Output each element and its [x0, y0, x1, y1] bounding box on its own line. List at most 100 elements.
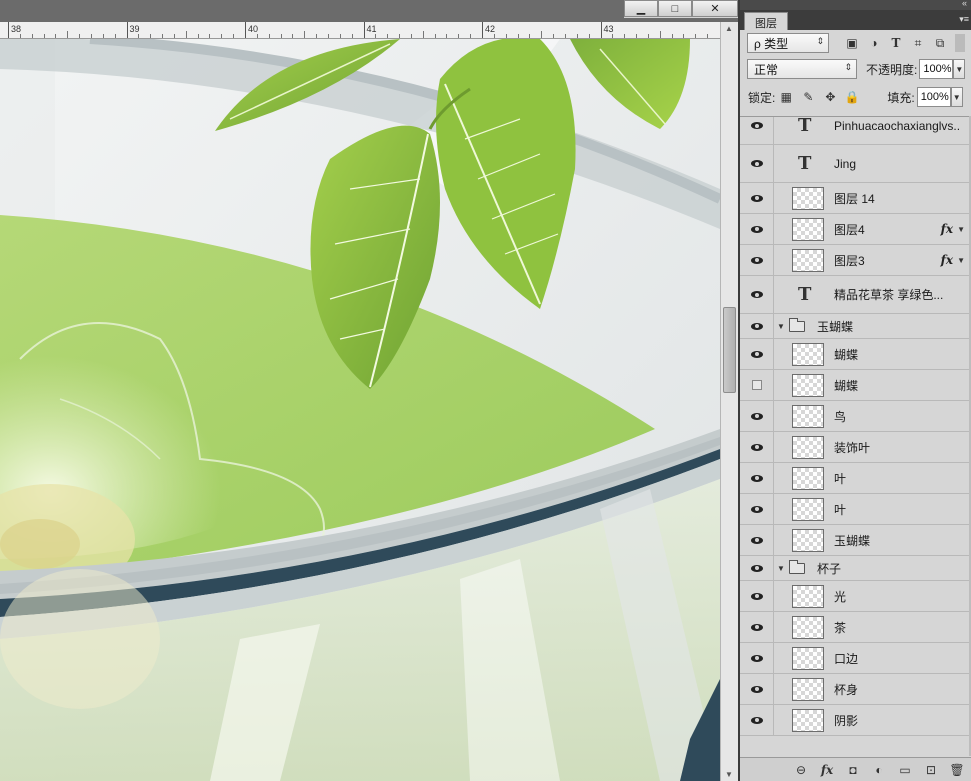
shape-filter-icon[interactable]: ⌗ [909, 34, 927, 52]
layer-row[interactable]: 鸟 [740, 401, 969, 432]
lock-image-icon[interactable]: ✎ [799, 88, 817, 106]
collapse-icon[interactable]: « [962, 0, 967, 8]
eye-shape [750, 592, 763, 600]
lock-position-icon[interactable]: ✥ [821, 88, 839, 106]
opacity-field[interactable]: 100% [919, 59, 954, 79]
eye-icon[interactable] [740, 245, 774, 275]
eye-icon[interactable] [740, 183, 774, 213]
trash-icon[interactable]: 🗑 [949, 762, 965, 778]
text-layer-icon: T [798, 153, 812, 174]
layer-row[interactable]: 蝴蝶 [740, 339, 969, 370]
eye-icon[interactable] [740, 339, 774, 369]
ruler-minor-tick [292, 34, 294, 38]
layer-row[interactable]: 图层3 fx ▼ [740, 245, 969, 276]
filter-type-dropdown[interactable]: ρ 类型 ⇕ [747, 33, 829, 53]
ruler-minor-tick [268, 34, 270, 38]
layer-row[interactable]: 口边 [740, 643, 969, 674]
eye-icon[interactable] [740, 314, 774, 338]
ruler-minor-tick [90, 34, 92, 38]
fx-icon[interactable]: fx [819, 762, 835, 778]
eye-icon[interactable] [740, 401, 774, 431]
visibility-box [751, 380, 762, 390]
ruler-minor-tick [43, 34, 45, 38]
layer-row[interactable]: T 精品花草茶 享绿色... [740, 276, 969, 314]
layer-group-row[interactable]: ▼ 玉蝴蝶 [740, 314, 969, 339]
eye-icon[interactable] [740, 612, 774, 642]
layer-row[interactable]: 蝴蝶 [740, 370, 969, 401]
blend-mode-dropdown[interactable]: 正常 ⇕ [747, 59, 857, 79]
layer-row[interactable]: 装饰叶 [740, 432, 969, 463]
smart-object-filter-icon[interactable]: ⧉ [931, 34, 949, 52]
effects-expand-icon[interactable]: ▼ [957, 256, 965, 265]
layer-row[interactable]: 图层4 fx ▼ [740, 214, 969, 245]
vertical-scrollbar[interactable]: ▲ ▼ [720, 22, 738, 781]
layer-row[interactable]: T Pinhuacaochaxianglvs... [740, 116, 969, 145]
text-layer-icon: T [798, 284, 812, 305]
lock-row: 锁定: ▦ ✎ ✥ 🔒 填充: 100% ▼ [740, 84, 971, 110]
chevron-updown-icon: ⇕ [816, 36, 824, 46]
eye-icon[interactable] [740, 494, 774, 524]
effects-expand-icon[interactable]: ▼ [957, 225, 965, 234]
layer-group-row[interactable]: ▼ 杯子 [740, 556, 969, 581]
ruler-minor-tick [458, 34, 460, 38]
ruler-minor-tick [138, 34, 140, 38]
eye-icon[interactable] [740, 556, 774, 580]
tab-layers[interactable]: 图层 [744, 12, 788, 30]
eye-icon[interactable] [740, 117, 774, 144]
ruler-minor-tick [671, 34, 673, 38]
filter-toggle-icon[interactable] [955, 34, 965, 52]
visibility-off-icon[interactable] [740, 370, 774, 400]
layer-row[interactable]: 图层 14 [740, 183, 969, 214]
close-button[interactable]: ✕ [692, 0, 738, 17]
layer-effects-icon[interactable]: fx [941, 253, 953, 267]
fill-field[interactable]: 100% [916, 87, 951, 107]
lock-transparent-icon[interactable]: ▦ [777, 88, 795, 106]
layer-thumbnail [792, 435, 824, 459]
lock-all-icon[interactable]: 🔒 [843, 88, 861, 106]
maximize-button[interactable]: □ [658, 0, 692, 17]
scroll-down-icon[interactable]: ▼ [725, 770, 733, 779]
link-icon[interactable]: ⊖ [793, 762, 809, 778]
minimize-button[interactable]: ▁ [624, 0, 658, 17]
eye-icon[interactable] [740, 525, 774, 555]
group-icon[interactable]: ▭ [897, 762, 913, 778]
eye-icon[interactable] [740, 674, 774, 704]
opacity-dropdown-icon[interactable]: ▼ [953, 59, 966, 79]
eye-icon[interactable] [740, 581, 774, 611]
eye-icon[interactable] [740, 432, 774, 462]
layer-row[interactable]: 杯身 [740, 674, 969, 705]
eye-icon[interactable] [740, 145, 774, 182]
scrollbar-thumb[interactable] [723, 307, 736, 393]
adjustment-icon[interactable]: ◐ [871, 762, 887, 778]
text-layer-icon: T [798, 116, 812, 136]
layer-row[interactable]: 光 [740, 581, 969, 612]
type-filter-icon[interactable]: T [887, 34, 905, 52]
layer-row[interactable]: 叶 [740, 494, 969, 525]
mask-icon[interactable]: ◘ [845, 762, 861, 778]
image-filter-icon[interactable]: ▣ [843, 34, 861, 52]
adjustment-filter-icon[interactable]: ◑ [865, 34, 883, 52]
scroll-up-icon[interactable]: ▲ [725, 24, 733, 33]
layer-name: 玉蝴蝶 [834, 533, 871, 548]
panel-menu-icon[interactable]: ▾≡ [959, 14, 969, 25]
layer-effects-icon[interactable]: fx [941, 222, 953, 236]
eye-icon[interactable] [740, 214, 774, 244]
eye-icon[interactable] [740, 463, 774, 493]
layer-row[interactable]: T Jing [740, 145, 969, 183]
eye-shape [750, 716, 763, 724]
artwork-canvas[interactable] [0, 39, 720, 781]
fill-label: 填充: [887, 90, 915, 105]
layer-row[interactable]: 茶 [740, 612, 969, 643]
layer-thumbnail [792, 708, 824, 732]
fill-dropdown-icon[interactable]: ▼ [950, 87, 963, 107]
layer-row[interactable]: 玉蝴蝶 [740, 525, 969, 556]
new-layer-icon[interactable]: ⊡ [923, 762, 939, 778]
ruler-label: 43 [603, 24, 614, 34]
eye-icon[interactable] [740, 276, 774, 313]
layer-row[interactable]: 叶 [740, 463, 969, 494]
group-expand-icon[interactable]: ▼ [777, 322, 785, 331]
group-expand-icon[interactable]: ▼ [777, 564, 785, 573]
eye-icon[interactable] [740, 643, 774, 673]
layer-row[interactable]: 阴影 [740, 705, 969, 736]
eye-icon[interactable] [740, 705, 774, 735]
